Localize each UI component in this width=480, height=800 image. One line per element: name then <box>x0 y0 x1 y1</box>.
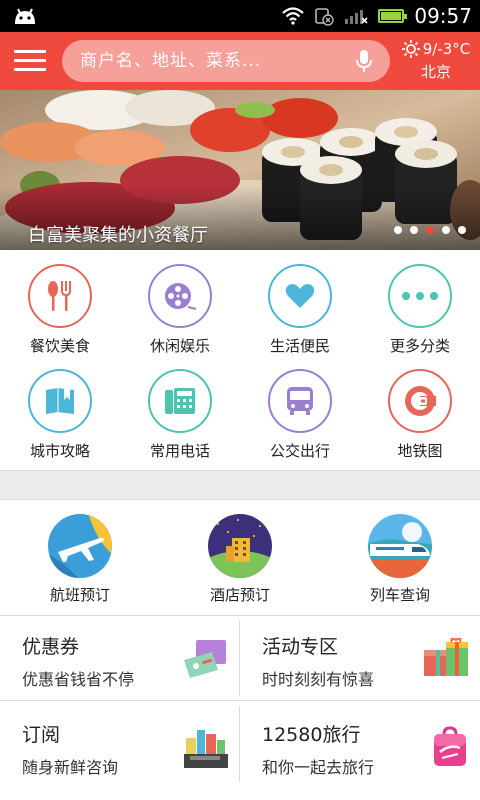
card-divider <box>239 706 240 782</box>
pagination-dot[interactable] <box>394 226 402 234</box>
booking-label: 酒店预订 <box>209 586 270 604</box>
section-divider <box>0 470 480 500</box>
hotel-icon <box>208 514 272 578</box>
hotel-booking[interactable]: 酒店预订 <box>160 500 320 616</box>
pagination-dot[interactable] <box>410 226 418 234</box>
more-dots-icon <box>402 292 438 300</box>
category-services[interactable]: 生活便民 <box>240 250 360 360</box>
status-bar: 09:57 <box>0 0 480 32</box>
heart-icon <box>285 284 315 308</box>
airplane-icon <box>48 514 112 578</box>
category-label: 休闲娱乐 <box>149 337 210 355</box>
category-city-guide[interactable]: 城市攻略 <box>0 355 120 465</box>
travel-bag-icon <box>434 726 466 766</box>
weather-temperature: 9/-3°C <box>422 40 471 58</box>
booking-label: 航班预订 <box>49 586 110 604</box>
app-header: 9/-3°C 北京 <box>0 32 480 90</box>
card-travel[interactable]: 12580旅行 和你一起去旅行 <box>240 704 480 788</box>
pagination-dot[interactable] <box>426 226 434 234</box>
banner-caption: 白富美聚集的小资餐厅 <box>28 225 208 246</box>
category-label: 城市攻略 <box>29 442 90 460</box>
battery-icon <box>378 9 408 23</box>
feature-cards: 优惠券 优惠省钱省不停 活动专区 时时刻刻有惊喜 订阅 随身新鲜咨询 12580… <box>0 616 480 800</box>
status-time: 09:57 <box>414 4 472 28</box>
category-more[interactable]: 更多分类 <box>360 250 480 360</box>
signal-icon <box>345 10 368 24</box>
telephone-icon <box>165 388 195 414</box>
wifi-icon <box>282 7 305 25</box>
booking-label: 列车查询 <box>369 586 430 604</box>
card-title: 优惠券 <box>22 636 80 658</box>
card-subtitle: 和你一起去旅行 <box>262 758 375 777</box>
card-coupons[interactable]: 优惠券 优惠省钱省不停 <box>0 616 240 700</box>
category-label: 地铁图 <box>397 442 443 460</box>
pagination-dot[interactable] <box>442 226 450 234</box>
search-input[interactable] <box>80 40 340 82</box>
flight-booking[interactable]: 航班预订 <box>0 500 160 616</box>
train-search[interactable]: 列车查询 <box>320 500 480 616</box>
card-divider <box>239 620 240 696</box>
booking-row: 航班预订 酒店预订 列车查询 <box>0 500 480 616</box>
category-leisure[interactable]: 休闲娱乐 <box>120 250 240 360</box>
microphone-icon[interactable] <box>356 49 372 73</box>
pagination-dot[interactable] <box>458 226 466 234</box>
banner-pagination <box>394 226 466 234</box>
weather-city: 北京 <box>420 63 451 81</box>
notification-icon <box>315 8 335 26</box>
category-subway[interactable]: 地铁图 <box>360 355 480 465</box>
train-icon <box>368 514 432 578</box>
film-reel-icon <box>165 283 197 310</box>
category-label: 公交出行 <box>269 442 330 460</box>
card-subtitle: 时时刻刻有惊喜 <box>262 670 375 689</box>
subway-logo-icon <box>405 386 436 416</box>
card-subtitle: 优惠省钱省不停 <box>22 670 135 689</box>
category-dining[interactable]: 餐饮美食 <box>0 250 120 360</box>
category-phone[interactable]: 常用电话 <box>120 355 240 465</box>
card-title: 活动专区 <box>262 636 339 658</box>
category-label: 常用电话 <box>149 442 210 460</box>
fork-knife-icon <box>48 281 71 311</box>
card-divider <box>0 700 480 701</box>
search-bar[interactable] <box>62 40 390 82</box>
bus-icon <box>287 387 313 415</box>
coupon-icon <box>184 640 226 678</box>
card-title: 订阅 <box>22 724 61 746</box>
gift-icon <box>424 638 468 676</box>
card-subscribe[interactable]: 订阅 随身新鲜咨询 <box>0 704 240 788</box>
category-bus[interactable]: 公交出行 <box>240 355 360 465</box>
category-grid: 餐饮美食 休闲娱乐 生活便民 更多分类 城市攻略 常用电话 公交出行 地铁图 <box>0 250 480 470</box>
category-label: 更多分类 <box>389 337 450 355</box>
books-icon <box>184 730 228 768</box>
menu-button[interactable] <box>14 50 46 72</box>
android-icon <box>15 8 35 24</box>
weather-widget[interactable]: 9/-3°C 北京 <box>398 40 474 82</box>
card-title: 12580旅行 <box>262 724 361 746</box>
card-subtitle: 随身新鲜咨询 <box>22 758 119 777</box>
sun-icon <box>401 40 420 58</box>
category-label: 餐饮美食 <box>29 337 90 355</box>
card-events[interactable]: 活动专区 时时刻刻有惊喜 <box>240 616 480 700</box>
category-label: 生活便民 <box>269 337 330 355</box>
city-guide-icon <box>46 388 74 414</box>
